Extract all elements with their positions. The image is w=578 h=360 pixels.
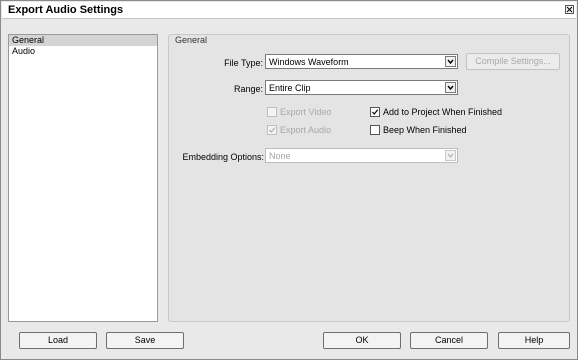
general-settings-panel bbox=[168, 34, 570, 322]
checkmark-icon bbox=[269, 127, 276, 133]
export-video-checkbox[interactable]: Export Video bbox=[267, 107, 367, 118]
export-audio-settings-dialog: Export Audio Settings General Audio Gene… bbox=[0, 0, 578, 360]
embedding-options-select[interactable]: None bbox=[265, 148, 458, 163]
embedding-options-label: Embedding Options: bbox=[182, 152, 264, 162]
close-button[interactable] bbox=[565, 5, 574, 14]
help-button[interactable]: Help bbox=[498, 332, 570, 349]
cancel-button[interactable]: Cancel bbox=[410, 332, 488, 349]
file-type-select[interactable]: Windows Waveform bbox=[265, 54, 458, 69]
load-button[interactable]: Load bbox=[19, 332, 97, 349]
file-type-value: Windows Waveform bbox=[269, 57, 349, 67]
beep-when-finished-box[interactable] bbox=[370, 125, 380, 135]
beep-when-finished-checkbox[interactable]: Beep When Finished bbox=[370, 125, 520, 136]
file-type-label: File Type: bbox=[224, 58, 263, 68]
sidebar-item-general[interactable]: General bbox=[9, 35, 157, 46]
chevron-down-icon[interactable] bbox=[445, 150, 456, 161]
beep-when-finished-label: Beep When Finished bbox=[383, 125, 467, 135]
save-button[interactable]: Save bbox=[106, 332, 184, 349]
close-icon bbox=[566, 6, 573, 13]
export-audio-checkbox[interactable]: Export Audio bbox=[267, 125, 367, 136]
checkmark-icon bbox=[372, 109, 379, 115]
add-to-project-checkbox[interactable]: Add to Project When Finished bbox=[370, 107, 520, 118]
chevron-down-icon[interactable] bbox=[445, 82, 456, 93]
compile-settings-button[interactable]: Compile Settings... bbox=[466, 53, 560, 70]
settings-category-list[interactable]: General Audio bbox=[8, 34, 158, 322]
chevron-down-icon[interactable] bbox=[445, 56, 456, 67]
ok-button[interactable]: OK bbox=[323, 332, 401, 349]
group-title: General bbox=[173, 35, 210, 45]
range-select[interactable]: Entire Clip bbox=[265, 80, 458, 95]
export-video-box[interactable] bbox=[267, 107, 277, 117]
export-audio-box[interactable] bbox=[267, 125, 277, 135]
export-audio-label: Export Audio bbox=[280, 125, 332, 135]
dialog-title: Export Audio Settings bbox=[8, 4, 124, 16]
add-to-project-label: Add to Project When Finished bbox=[383, 107, 503, 117]
range-label: Range: bbox=[233, 84, 263, 94]
embedding-options-value: None bbox=[269, 151, 291, 161]
add-to-project-box[interactable] bbox=[370, 107, 380, 117]
export-video-label: Export Video bbox=[280, 107, 332, 117]
sidebar-item-audio[interactable]: Audio bbox=[9, 46, 157, 57]
range-value: Entire Clip bbox=[269, 83, 311, 93]
title-bar: Export Audio Settings bbox=[2, 2, 576, 19]
